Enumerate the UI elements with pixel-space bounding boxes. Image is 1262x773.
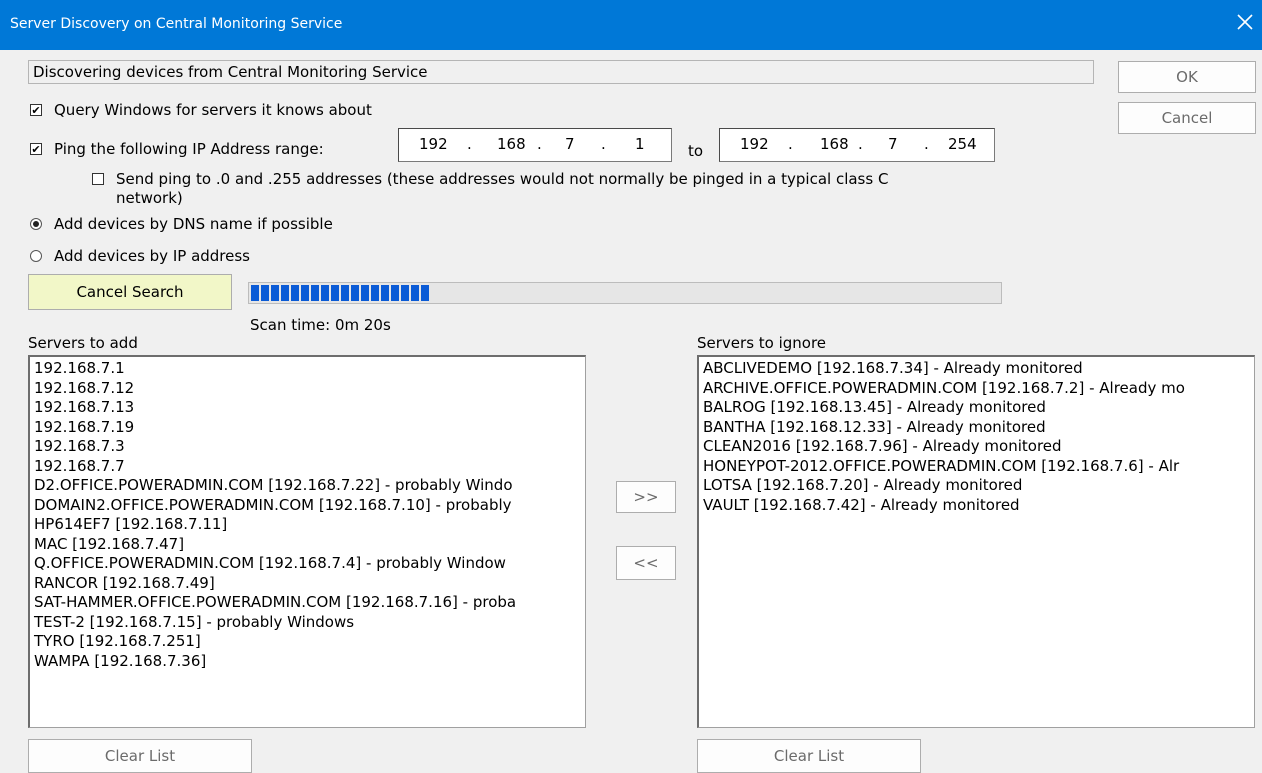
list-item[interactable]: HONEYPOT-2012.OFFICE.POWERADMIN.COM [192… (703, 457, 1254, 477)
list-item[interactable]: Q.OFFICE.POWERADMIN.COM [192.168.7.4] - … (34, 554, 585, 574)
list-item[interactable]: DOMAIN2.OFFICE.POWERADMIN.COM [192.168.7… (34, 496, 585, 516)
list-item[interactable]: 192.168.7.19 (34, 418, 585, 438)
ip-to-octet-2: 168 (820, 135, 849, 153)
ip-from-octet-3: 7 (565, 135, 575, 153)
list-item[interactable]: D2.OFFICE.POWERADMIN.COM [192.168.7.22] … (34, 476, 585, 496)
dns-name-radio[interactable] (30, 218, 42, 230)
ip-from-octet-1: 192 (419, 135, 448, 153)
checkmark-icon: ✔ (31, 103, 41, 117)
move-right-button[interactable]: >> (616, 481, 676, 513)
clear-add-list-button[interactable]: Clear List (28, 739, 252, 773)
query-windows-checkbox[interactable]: ✔ (30, 104, 42, 116)
cancel-button[interactable]: Cancel (1118, 102, 1256, 134)
send-ping-checkbox[interactable] (92, 173, 104, 185)
list-item[interactable]: TEST-2 [192.168.7.15] - probably Windows (34, 613, 585, 633)
list-item[interactable]: MAC [192.168.7.47] (34, 535, 585, 555)
ping-range-label: Ping the following IP Address range: (54, 140, 324, 158)
scan-progress-bar (248, 282, 1002, 304)
list-item[interactable]: 192.168.7.13 (34, 398, 585, 418)
ping-range-checkbox[interactable]: ✔ (30, 143, 42, 155)
ip-from-field[interactable]: 192 . 168 . 7 . 1 (398, 128, 672, 162)
servers-to-add-label: Servers to add (28, 334, 138, 352)
ok-button[interactable]: OK (1118, 61, 1256, 93)
status-field: Discovering devices from Central Monitor… (28, 60, 1094, 84)
ip-dot: . (601, 135, 606, 153)
list-item[interactable]: 192.168.7.12 (34, 379, 585, 399)
list-item[interactable]: RANCOR [192.168.7.49] (34, 574, 585, 594)
clear-ignore-list-button[interactable]: Clear List (697, 739, 921, 773)
ip-dot: . (788, 135, 793, 153)
ip-dot: . (924, 135, 929, 153)
ip-dot: . (858, 135, 863, 153)
servers-to-ignore-label: Servers to ignore (697, 334, 827, 352)
servers-to-ignore-list[interactable]: ABCLIVEDEMO [192.168.7.34] - Already mon… (697, 355, 1255, 728)
list-item[interactable]: LOTSA [192.168.7.20] - Already monitored (703, 476, 1254, 496)
send-ping-label-line2: network) (116, 189, 183, 207)
send-ping-label: Send ping to .0 and .255 addresses (thes… (116, 170, 889, 188)
ip-to-octet-1: 192 (740, 135, 769, 153)
ip-from-octet-4: 1 (635, 135, 645, 153)
ip-dot: . (467, 135, 472, 153)
list-item[interactable]: SAT-HAMMER.OFFICE.POWERADMIN.COM [192.16… (34, 593, 585, 613)
query-windows-label: Query Windows for servers it knows about (54, 101, 372, 119)
cancel-search-button[interactable]: Cancel Search (28, 274, 232, 310)
ip-to-octet-3: 7 (888, 135, 898, 153)
list-item[interactable]: VAULT [192.168.7.42] - Already monitored (703, 496, 1254, 516)
list-item[interactable]: 192.168.7.7 (34, 457, 585, 477)
ip-address-radio[interactable] (30, 250, 42, 262)
list-item[interactable]: ARCHIVE.OFFICE.POWERADMIN.COM [192.168.7… (703, 379, 1254, 399)
list-item[interactable]: BANTHA [192.168.12.33] - Already monitor… (703, 418, 1254, 438)
ip-to-octet-4: 254 (948, 135, 977, 153)
servers-to-add-list[interactable]: 192.168.7.1 192.168.7.12 192.168.7.13 192.1… (28, 355, 586, 728)
list-item[interactable]: 192.168.7.3 (34, 437, 585, 457)
scan-time: Scan time: 0m 20s (250, 316, 391, 334)
list-item[interactable]: HP614EF7 [192.168.7.11] (34, 515, 585, 535)
list-item[interactable]: TYRO [192.168.7.251] (34, 632, 585, 652)
list-item[interactable]: CLEAN2016 [192.168.7.96] - Already monit… (703, 437, 1254, 457)
move-left-button[interactable]: << (616, 546, 676, 580)
checkmark-icon: ✔ (31, 142, 41, 156)
title-bar: Server Discovery on Central Monitoring S… (0, 0, 1262, 50)
ip-to-field[interactable]: 192 . 168 . 7 . 254 (719, 128, 995, 162)
list-item[interactable]: ABCLIVEDEMO [192.168.7.34] - Already mon… (703, 359, 1254, 379)
ip-address-label: Add devices by IP address (54, 247, 250, 265)
ip-dot: . (537, 135, 542, 153)
window-title: Server Discovery on Central Monitoring S… (10, 16, 343, 32)
close-icon[interactable] (1236, 13, 1254, 31)
to-label: to (688, 142, 704, 160)
list-item[interactable]: WAMPA [192.168.7.36] (34, 652, 585, 672)
list-item[interactable]: 192.168.7.1 (34, 359, 585, 379)
ip-from-octet-2: 168 (497, 135, 526, 153)
scan-progress-fill (251, 285, 431, 301)
dns-name-label: Add devices by DNS name if possible (54, 215, 333, 233)
list-item[interactable]: BALROG [192.168.13.45] - Already monitor… (703, 398, 1254, 418)
